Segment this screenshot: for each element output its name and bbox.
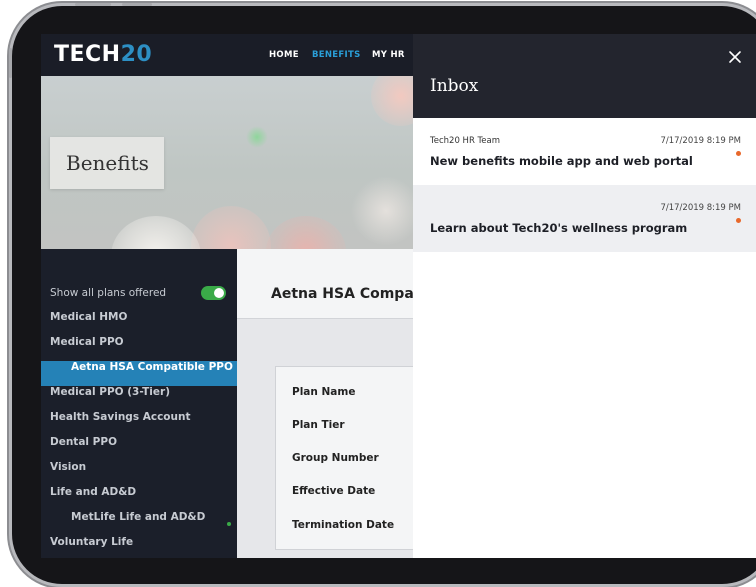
sidebar-item-vision[interactable]: Vision [41,461,237,486]
message-subject: Learn about Tech20's wellness program [430,221,688,235]
hero-bokeh [111,216,201,249]
inbox-panel: Inbox Tech20 HR Team 7/17/2019 8:19 PM N… [413,34,756,558]
detail-label-termination-date: Termination Date [292,519,395,531]
message-subject: New benefits mobile app and web portal [430,154,693,168]
hero-banner: Benefits [41,76,413,249]
hero-bokeh [266,216,346,249]
top-navbar: TECH20 HOME BENEFITS MY HR [41,34,413,76]
close-icon[interactable] [726,48,744,66]
inbox-title: Inbox [430,76,479,96]
inbox-header: Inbox [413,34,756,118]
logo[interactable]: TECH20 [54,42,152,67]
hero-bokeh [371,76,413,126]
unread-indicator-dot [736,218,741,223]
show-all-plans-label: Show all plans offered [50,287,167,299]
sidebar-item-medical-ppo[interactable]: Medical PPO [41,336,237,361]
volume-button [75,3,111,6]
plan-title: Aetna HSA Compati [271,286,426,302]
side-button [9,48,12,78]
sidebar-item-medical-hmo[interactable]: Medical HMO [41,311,237,336]
nav-my-hr[interactable]: MY HR [372,50,405,60]
plans-sidebar: Show all plans offered Medical HMO Medic… [41,249,237,558]
plan-details-area: Aetna HSA Compati Plan Name Plan Tier Gr… [237,249,425,558]
plan-details-card: Plan Name Plan Tier Group Number Effecti… [275,366,425,550]
show-all-plans-toggle[interactable] [201,286,226,300]
screen: TECH20 HOME BENEFITS MY HR Benefits Show… [41,34,756,558]
nav-benefits[interactable]: BENEFITS [312,50,361,60]
message-sender: Tech20 HR Team [430,136,501,146]
inbox-message[interactable]: Tech20 HR Team 7/17/2019 8:19 PM New ben… [413,118,756,185]
detail-label-group-number: Group Number [292,452,379,464]
sidebar-item-voluntary-life[interactable]: Voluntary Life [41,536,237,558]
sidebar-item-dental-ppo[interactable]: Dental PPO [41,436,237,461]
detail-label-plan-name: Plan Name [292,386,356,398]
message-date: 7/17/2019 8:19 PM [660,203,741,213]
inbox-message[interactable]: 7/17/2019 8:19 PM Learn about Tech20's w… [413,185,756,252]
sidebar-item-health-savings-account[interactable]: Health Savings Account [41,411,237,436]
enrolled-indicator-dot [227,522,231,526]
toggle-knob [214,288,224,298]
detail-label-effective-date: Effective Date [292,485,376,497]
detail-label-plan-tier: Plan Tier [292,419,345,431]
page-title: Benefits [66,151,149,175]
sidebar-item-metlife-life-and-add[interactable]: MetLife Life and AD&D [41,511,237,536]
sidebar-item-medical-ppo-3-tier[interactable]: Medical PPO (3-Tier) [41,386,237,411]
hero-title-box: Benefits [50,137,164,189]
unread-indicator-dot [736,151,741,156]
volume-button [122,3,152,6]
hero-bokeh [351,176,413,246]
plan-header: Aetna HSA Compati [237,249,425,319]
nav-home[interactable]: HOME [269,50,299,60]
hero-bokeh [246,126,268,148]
sidebar-item-life-and-add[interactable]: Life and AD&D [41,486,237,511]
message-date: 7/17/2019 8:19 PM [660,136,741,146]
sidebar-item-aetna-hsa-ppo[interactable]: Aetna HSA Compatible PPO [41,361,237,386]
hero-bokeh [191,206,271,249]
